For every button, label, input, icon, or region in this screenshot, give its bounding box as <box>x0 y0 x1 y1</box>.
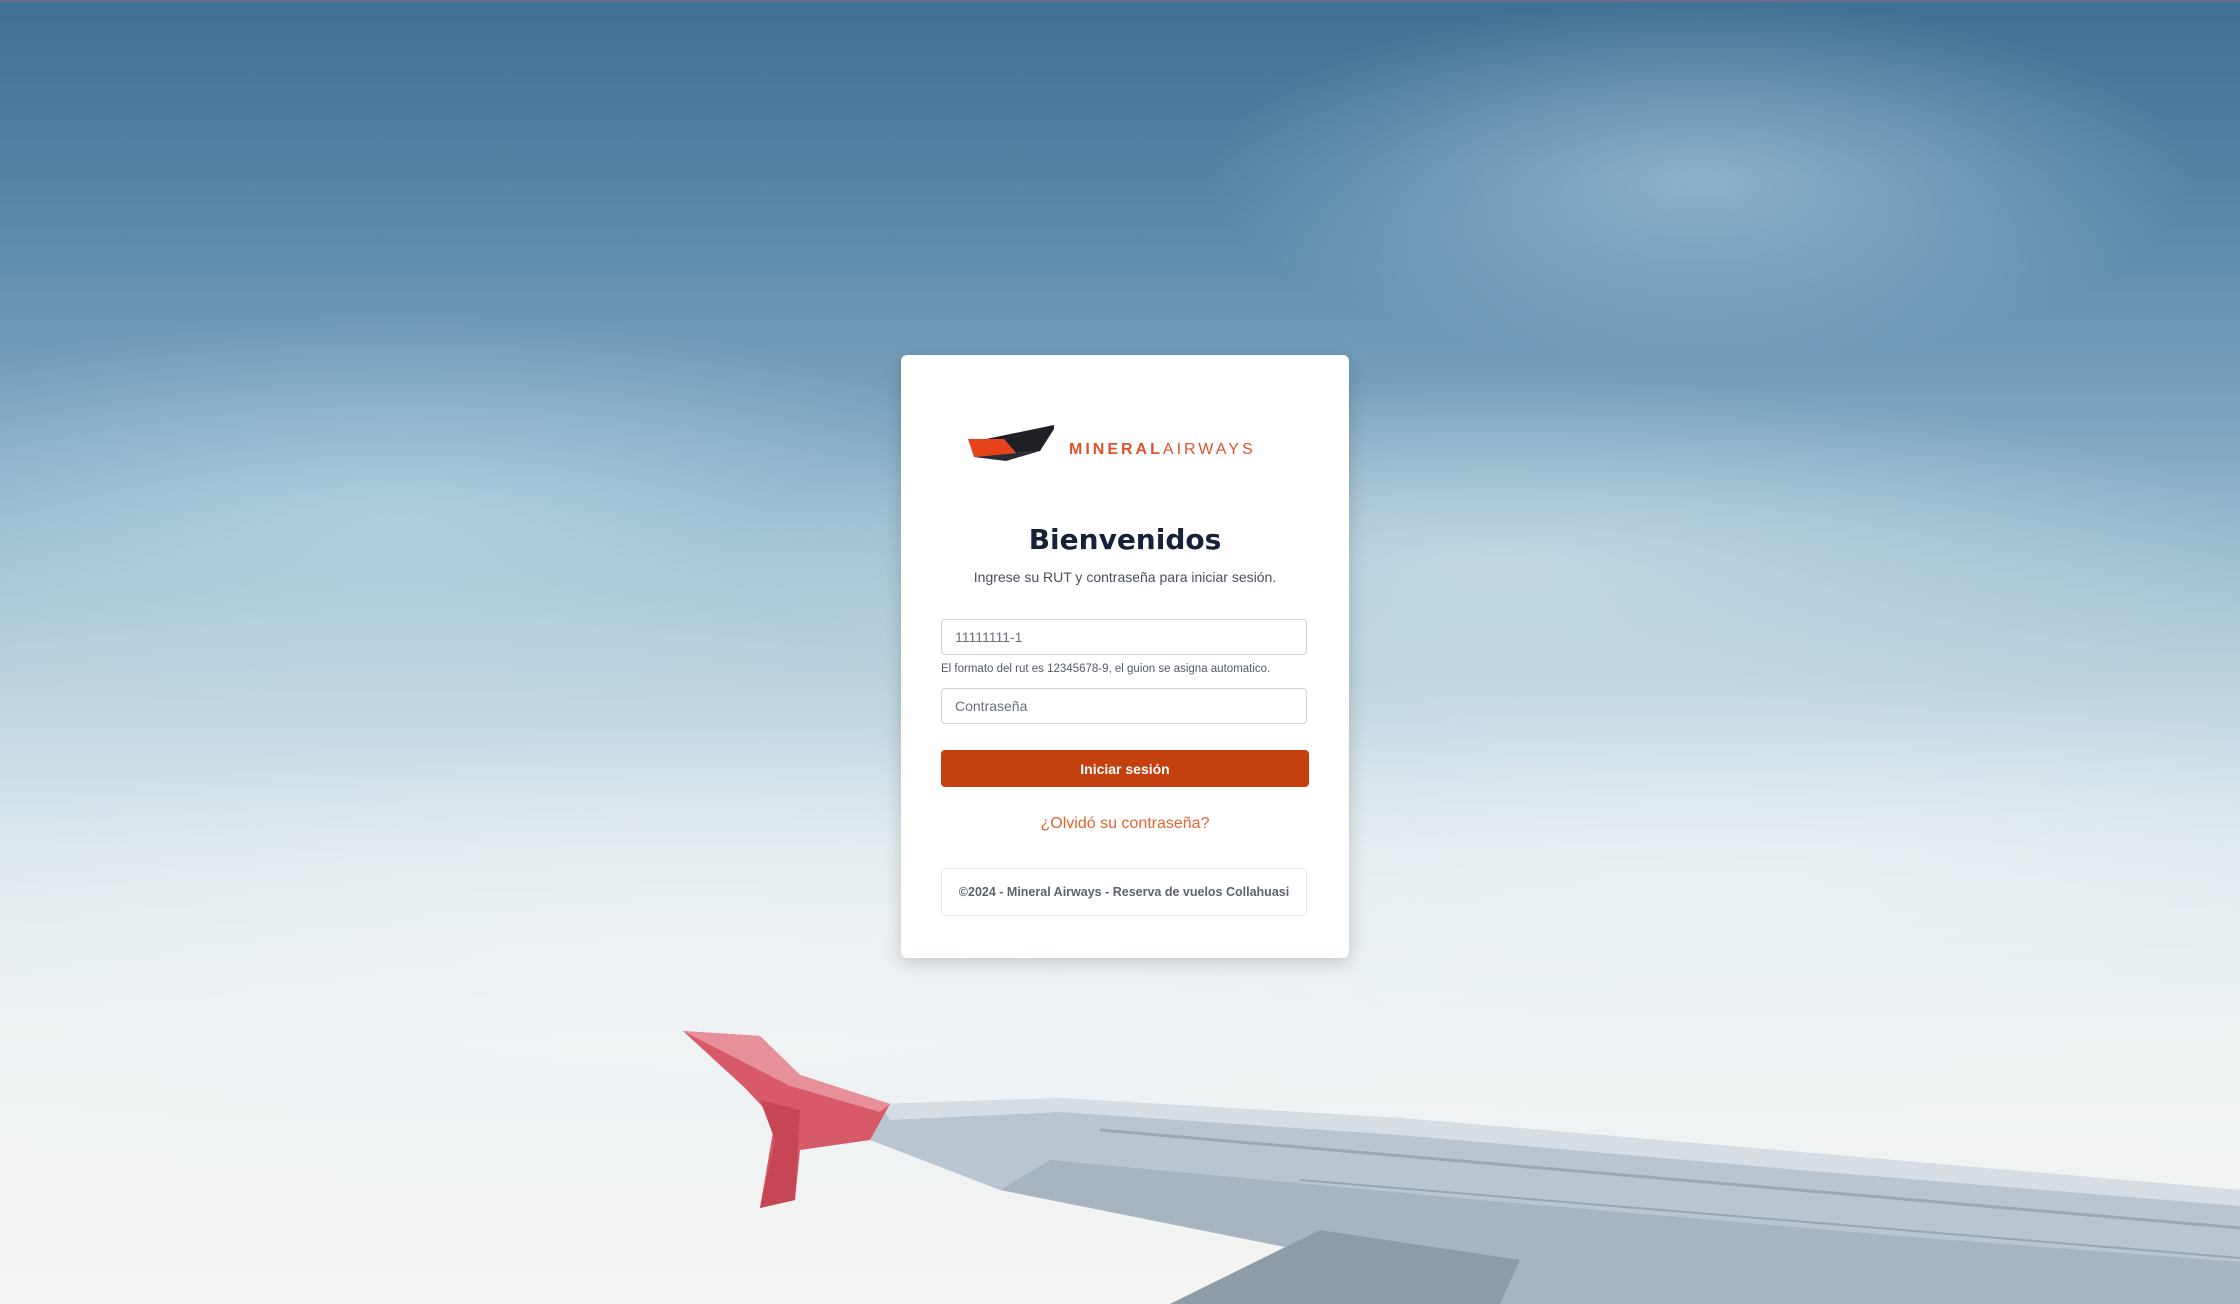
page-subtitle: Ingrese su RUT y contraseña para iniciar… <box>973 569 1277 585</box>
rut-input[interactable] <box>941 619 1307 655</box>
login-button[interactable]: Iniciar sesión <box>941 750 1309 787</box>
brand-light: AIRWAYS <box>1162 441 1256 458</box>
brand-wordmark: MINERALAIRWAYS <box>1069 441 1256 459</box>
page-title: Bienvenidos <box>1028 523 1222 556</box>
password-input[interactable] <box>941 688 1307 724</box>
copyright-footer: ©2024 - Mineral Airways - Reserva de vue… <box>941 868 1307 916</box>
login-card: MINERALAIRWAYS Bienvenidos Ingrese su RU… <box>901 355 1349 958</box>
brand-bold: MINERAL <box>1069 441 1163 458</box>
top-border <box>0 0 2240 2</box>
rut-format-hint: El formato del rut es 12345678-9, el gui… <box>941 663 1271 675</box>
forgot-password-link[interactable]: ¿Olvidó su contraseña? <box>901 815 1349 833</box>
